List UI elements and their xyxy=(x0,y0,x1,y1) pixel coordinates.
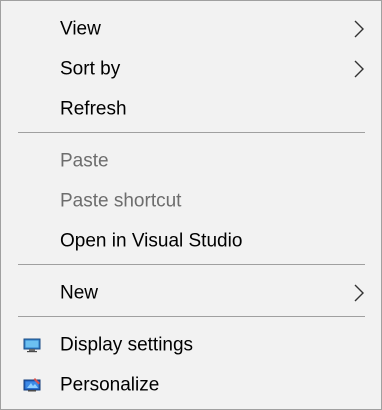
menu-item-view[interactable]: View xyxy=(1,10,381,48)
menu-item-label: Paste xyxy=(60,150,109,172)
menu-item-label: View xyxy=(60,18,101,40)
menu-separator xyxy=(18,316,365,317)
menu-item-new[interactable]: New xyxy=(1,274,381,312)
menu-separator xyxy=(18,264,365,265)
menu-item-sort-by[interactable]: Sort by xyxy=(1,50,381,88)
menu-item-label: Personalize xyxy=(60,374,160,396)
menu-item-label: Refresh xyxy=(60,98,127,120)
menu-item-label: Display settings xyxy=(60,334,194,356)
menu-item-paste-shortcut: Paste shortcut xyxy=(1,182,381,220)
chevron-right-icon xyxy=(354,284,364,302)
desktop-context-menu: View Sort by Refresh Paste Paste shortcu… xyxy=(0,0,382,410)
menu-item-paste: Paste xyxy=(1,142,381,180)
menu-item-label: New xyxy=(60,282,99,304)
personalize-icon xyxy=(23,378,41,392)
menu-item-personalize[interactable]: Personalize xyxy=(1,366,381,404)
chevron-right-icon xyxy=(354,20,364,38)
display-settings-icon xyxy=(23,338,41,353)
menu-item-label: Paste shortcut xyxy=(60,190,182,212)
menu-separator xyxy=(18,132,365,133)
menu-item-label: Open in Visual Studio xyxy=(60,230,243,252)
menu-item-display-settings[interactable]: Display settings xyxy=(1,326,381,364)
menu-item-open-in-visual-studio[interactable]: Open in Visual Studio xyxy=(1,222,381,260)
chevron-right-icon xyxy=(354,60,364,78)
menu-item-label: Sort by xyxy=(60,58,121,80)
menu-item-refresh[interactable]: Refresh xyxy=(1,90,381,128)
